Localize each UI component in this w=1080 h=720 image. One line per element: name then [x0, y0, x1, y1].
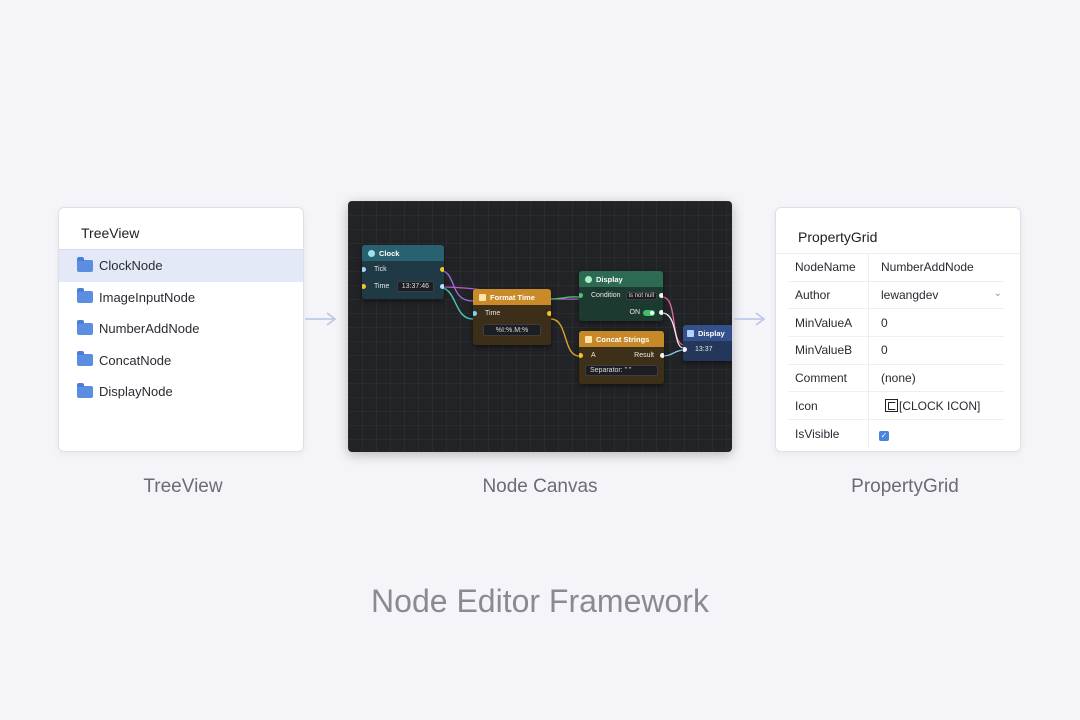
output-port[interactable]	[547, 311, 551, 316]
port-label: Tick	[374, 266, 387, 273]
tree-item-numberaddnode[interactable]: NumberAddNode	[59, 313, 303, 345]
folder-icon	[77, 351, 93, 367]
output-port[interactable]	[440, 284, 444, 289]
property-value[interactable]: 0	[869, 343, 1004, 357]
author-dropdown[interactable]: lewangdev ⌄	[869, 288, 1004, 302]
output-port[interactable]	[440, 267, 444, 272]
time-value: 13:37:46	[396, 281, 434, 292]
tree-item-concatnode[interactable]: ConcatNode	[59, 345, 303, 377]
property-row-comment[interactable]: Comment (none)	[789, 364, 1004, 393]
display-node-2[interactable]: Display 13:37	[683, 325, 732, 361]
output-port[interactable]	[660, 353, 664, 358]
node-title: Format Time	[490, 292, 535, 302]
icon-value[interactable]: [CLOCK ICON]	[869, 398, 1004, 413]
input-port[interactable]	[683, 347, 687, 352]
display-icon	[687, 329, 694, 337]
clock-node[interactable]: Clock Tick Time 13:37:46	[362, 245, 444, 299]
input-port[interactable]	[579, 293, 583, 298]
property-value: lewangdev	[881, 288, 939, 303]
property-row-isvisible[interactable]: IsVisible ✓	[789, 420, 1004, 448]
tree-item-displaynode[interactable]: DisplayNode	[59, 376, 303, 408]
property-table: NodeName NumberAddNode Author lewangdev …	[789, 254, 1004, 448]
property-value[interactable]: (none)	[869, 371, 1004, 385]
display-icon	[585, 275, 592, 283]
node-title: Clock	[379, 248, 400, 258]
property-row-nodename[interactable]: NodeName NumberAddNode	[789, 254, 1004, 282]
display-node-1[interactable]: Display Condition is not null ON	[579, 271, 663, 321]
property-key: IsVisible	[789, 420, 869, 448]
tree-item-label: NumberAddNode	[99, 321, 200, 337]
output-port[interactable]	[659, 293, 663, 298]
arrow-right-icon	[734, 312, 766, 326]
property-row-author[interactable]: Author lewangdev ⌄	[789, 281, 1004, 310]
input-port[interactable]	[362, 284, 366, 289]
property-key: MinValueB	[789, 337, 869, 364]
port-label: Result	[634, 352, 654, 359]
page-title: Node Editor Framework	[371, 583, 709, 619]
node-title: Display	[698, 328, 725, 338]
property-row-icon[interactable]: Icon [CLOCK ICON]	[789, 392, 1004, 421]
port-label: Condition	[591, 292, 621, 299]
condition-value: is not null	[625, 291, 657, 300]
tree-item-label: ClockNode	[99, 258, 163, 274]
input-port[interactable]	[579, 353, 583, 358]
folder-icon	[77, 382, 93, 398]
caption-propertygrid: PropertyGrid	[851, 476, 959, 497]
tree-panel-title: TreeView	[59, 208, 303, 250]
input-port[interactable]	[362, 267, 366, 272]
folder-icon	[77, 256, 93, 272]
input-port[interactable]	[473, 311, 477, 316]
concat-icon	[585, 335, 592, 343]
property-grid-panel: PropertyGrid NodeName NumberAddNode Auth…	[775, 207, 1021, 452]
caption-node-canvas: Node Canvas	[482, 476, 598, 497]
tree-item-label: ConcatNode	[99, 352, 172, 368]
property-value[interactable]: 0	[869, 316, 1004, 330]
port-label: Time	[485, 310, 501, 317]
output-port[interactable]	[659, 310, 663, 315]
property-key: Comment	[789, 364, 869, 392]
tree-item-label: DisplayNode	[99, 384, 173, 400]
chevron-down-icon[interactable]: ⌄	[994, 288, 1002, 299]
tree-item-imageinputnode[interactable]: ImageInputNode	[59, 282, 303, 314]
property-key: MinValueA	[789, 309, 869, 337]
property-row-minvaluea[interactable]: MinValueA 0	[789, 309, 1004, 338]
concat-strings-node[interactable]: Concat Strings A Result Separator: " "	[579, 331, 664, 384]
property-value: [CLOCK ICON]	[899, 398, 981, 413]
format-time-node[interactable]: Format Time Time %Ⅰ:%.M:%	[473, 289, 551, 345]
separator-input[interactable]: Separator: " "	[585, 365, 658, 376]
property-value[interactable]: NumberAddNode	[869, 260, 1004, 274]
envelope-icon	[479, 293, 486, 301]
caption-treeview: TreeView	[143, 476, 223, 497]
arrow-right-icon	[305, 312, 337, 326]
on-toggle[interactable]	[643, 309, 655, 316]
node-title: Display	[596, 274, 623, 284]
tree-item-clocknode[interactable]: ClockNode	[59, 250, 303, 282]
property-key: Author	[789, 281, 869, 309]
port-label: Time	[374, 283, 390, 290]
property-row-minvalueb[interactable]: MinValueB 0	[789, 337, 1004, 365]
port-label: A	[591, 352, 596, 359]
node-canvas[interactable]: Clock Tick Time 13:37:46 Format Time Tim…	[348, 201, 732, 452]
isvisible-checkbox[interactable]: ✓	[879, 430, 889, 441]
tree-item-label: ImageInputNode	[99, 289, 196, 305]
property-grid-title: PropertyGrid	[776, 208, 1020, 254]
tree-panel: TreeView ClockNode ImageInputNode Number…	[58, 207, 304, 452]
display-value: 13:37	[695, 346, 713, 353]
folder-icon	[77, 288, 93, 304]
clock-icon-placeholder	[885, 398, 898, 412]
clock-icon	[368, 249, 375, 257]
property-key: NodeName	[789, 254, 869, 281]
folder-icon	[77, 319, 93, 335]
toggle-label: ON	[629, 309, 641, 316]
format-input[interactable]: %Ⅰ:%.M:%	[483, 324, 541, 336]
property-key: Icon	[789, 392, 869, 420]
node-title: Concat Strings	[596, 334, 650, 344]
